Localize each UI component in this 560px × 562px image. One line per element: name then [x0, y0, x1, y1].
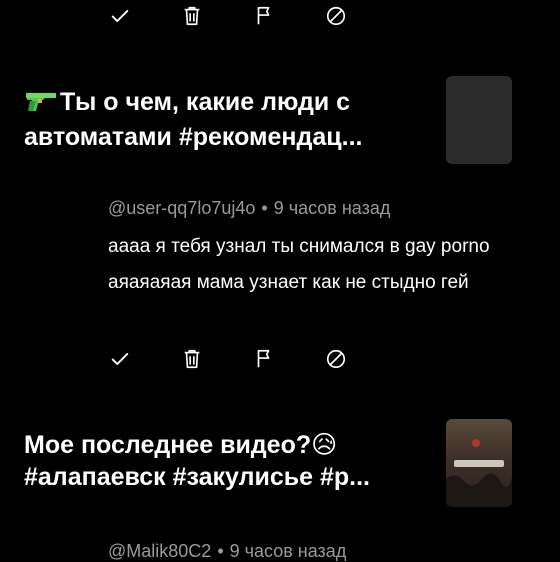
comment-time: 9 часов назад — [273, 198, 391, 218]
comment-time: 9 часов назад — [229, 541, 347, 561]
comment-actions-top — [108, 4, 348, 28]
trash-icon — [184, 349, 200, 369]
block-icon — [326, 349, 346, 369]
video-thumbnail-2[interactable] — [446, 419, 512, 507]
approve-button[interactable] — [108, 347, 132, 371]
comment-author[interactable]: @Malik80C2 — [108, 541, 211, 561]
flag-icon — [257, 349, 270, 368]
block-button[interactable] — [324, 347, 348, 371]
comment-author[interactable]: @user-qq7lo7uj4o — [108, 198, 255, 218]
report-button[interactable] — [252, 347, 276, 371]
block-button[interactable] — [324, 4, 348, 28]
video-thumbnail-1[interactable] — [446, 76, 512, 164]
flag-icon — [257, 6, 270, 25]
delete-button[interactable] — [180, 4, 204, 28]
approve-button[interactable] — [108, 4, 132, 28]
video-title-2[interactable]: Мое последнее видео?😥 #алапаевск #закули… — [24, 429, 424, 493]
comment-actions-1 — [108, 347, 348, 371]
comment-meta-1: @user-qq7lo7uj4o • 9 часов назад — [108, 197, 390, 219]
separator-dot: • — [217, 541, 224, 561]
water-pistol-icon — [24, 89, 58, 121]
check-icon — [111, 353, 129, 365]
check-icon — [111, 10, 129, 22]
separator-dot: • — [261, 198, 268, 218]
delete-button[interactable] — [180, 347, 204, 371]
block-icon — [326, 6, 346, 26]
video-thumbnail-image — [446, 439, 512, 507]
trash-icon — [184, 6, 200, 26]
report-button[interactable] — [252, 4, 276, 28]
comment-meta-2: @Malik80C2 • 9 часов назад — [108, 540, 346, 562]
video-title-1[interactable]: Ты о чем, какие люди с автоматами #реком… — [24, 86, 424, 153]
comment-text-1: аааа я тебя узнал ты снимался в gay porn… — [108, 236, 490, 293]
